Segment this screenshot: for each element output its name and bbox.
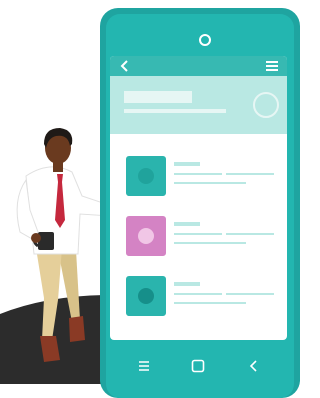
bottom-navigation xyxy=(110,350,287,384)
mug xyxy=(38,232,54,250)
list-item[interactable] xyxy=(126,216,276,256)
list-item-dot xyxy=(138,228,154,244)
list-item-line-placeholder xyxy=(174,293,222,295)
list-item-thumbnail xyxy=(126,156,166,196)
list-item-thumbnail xyxy=(126,276,166,316)
list-item-line-placeholder xyxy=(174,182,246,184)
app-bar xyxy=(110,56,287,76)
header-subtitle-placeholder xyxy=(124,109,226,113)
chevron-left-icon[interactable] xyxy=(118,59,130,73)
list-item-title-placeholder xyxy=(174,282,200,286)
list-item-dot xyxy=(138,288,154,304)
list-item-thumbnail xyxy=(126,216,166,256)
list-item-line-placeholder xyxy=(226,173,274,175)
header-card xyxy=(110,76,287,134)
back-shoe xyxy=(69,316,85,342)
phone-speaker-icon xyxy=(199,34,211,46)
list-item-line-placeholder xyxy=(174,233,222,235)
list-item-dot xyxy=(138,168,154,184)
left-hand xyxy=(31,233,41,243)
phone-screen xyxy=(110,56,287,340)
list-item-line-placeholder xyxy=(174,302,246,304)
list-item-title-placeholder xyxy=(174,222,200,226)
phone-illustration-scene xyxy=(0,0,300,398)
list-item-line-placeholder xyxy=(174,242,246,244)
list-item-line-placeholder xyxy=(226,233,274,235)
back-chevron-icon[interactable] xyxy=(246,358,262,374)
list-item[interactable] xyxy=(126,156,276,196)
header-title-placeholder xyxy=(124,91,192,103)
list-item[interactable] xyxy=(126,276,276,316)
home-square-icon[interactable] xyxy=(190,358,206,374)
menu-lines-icon[interactable] xyxy=(136,358,152,374)
list-item-title-placeholder xyxy=(174,162,200,166)
list-item-line-placeholder xyxy=(174,173,222,175)
list-item-line-placeholder xyxy=(226,293,274,295)
hamburger-menu-icon[interactable] xyxy=(265,60,279,72)
profile-circle-icon xyxy=(253,92,279,118)
